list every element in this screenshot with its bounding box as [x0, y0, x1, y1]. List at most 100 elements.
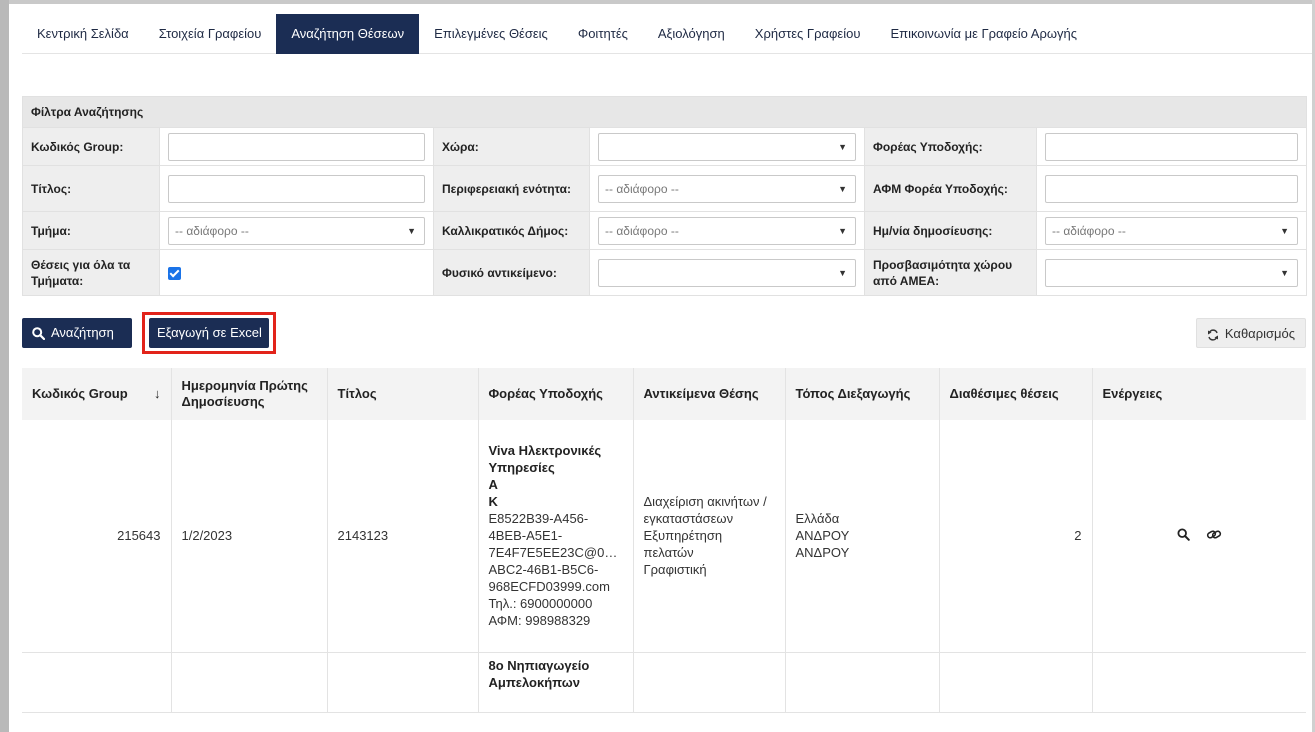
cell-title: 2143123 — [326, 420, 478, 653]
pub-date-select[interactable]: -- αδιάφορο -- ▼ — [1045, 216, 1299, 245]
nav-item-home[interactable]: Κεντρική Σελίδα — [22, 14, 144, 54]
col-available[interactable]: Διαθέσιμες θέσεις — [938, 368, 1092, 420]
group-code-label: Κωδικός Group: — [22, 127, 160, 166]
location-line: Ελλάδα — [795, 511, 840, 527]
accessibility-label: Προσβασιμότητα χώρου από ΑΜΕΑ: — [864, 249, 1037, 296]
all-departments-checkbox[interactable] — [168, 267, 181, 281]
cell-host: 8ο Νηπιαγωγείο Αμπελοκήπων — [477, 652, 633, 713]
host-name-line: Α — [489, 476, 623, 493]
host-email-line: 968ECFD03999.com — [488, 579, 610, 595]
col-first-pub-date[interactable]: Ημερομηνία Πρώτης Δημοσίευσης — [170, 368, 327, 420]
window-frame-top — [0, 0, 1315, 4]
host-email-line: ABC2-46B1-B5C6- — [488, 562, 599, 578]
cell-first-pub-date: 1/2/2023 — [170, 420, 327, 653]
chevron-down-icon: ▼ — [1280, 225, 1290, 236]
host-vat-label: ΑΦΜ Φορέα Υποδοχής: — [864, 165, 1037, 212]
host-email-line: 7E4F7E5EE23C@0… — [488, 545, 618, 561]
cell-host: Viva Ηλεκτρονικές Υπηρεσίες Α Κ E8522B39… — [477, 420, 633, 653]
host-name-initial: Κ — [488, 494, 498, 510]
host-phone: Τηλ.: 6900000000 — [488, 596, 593, 612]
cell-objects — [632, 652, 785, 713]
action-buttons: Αναζήτηση Εξαγωγή σε Excel Καθαρισμός — [22, 308, 1312, 368]
region-select[interactable]: -- αδιάφορο -- ▼ — [598, 174, 856, 203]
all-departments-label: Θέσεις για όλα τα Τμήματα: — [22, 249, 160, 296]
municipality-select[interactable]: -- αδιάφορο -- ▼ — [598, 216, 856, 245]
group-code-input[interactable] — [168, 132, 425, 161]
nav-item-students[interactable]: Φοιτητές — [563, 14, 643, 54]
col-objects[interactable]: Αντικείμενα Θέσης — [632, 368, 785, 420]
location-line: ΑΝΔΡΟΥ — [795, 545, 850, 561]
host-email-line: 4BEB-A5E1- — [488, 528, 563, 544]
host-input[interactable] — [1045, 132, 1299, 161]
country-label: Χώρα: — [433, 127, 590, 166]
results-table: Κωδικός Group ↓ Ημερομηνία Πρώτης Δημοσίε… — [22, 368, 1306, 713]
physical-object-label: Φυσικό αντικείμενο: — [433, 249, 590, 296]
object-line: Διαχείριση ακινήτων / — [643, 494, 767, 510]
host-vat-input[interactable] — [1045, 174, 1299, 203]
col-title[interactable]: Τίτλος — [326, 368, 478, 420]
nav-item-office-details[interactable]: Στοιχεία Γραφείου — [144, 14, 277, 54]
cell-available — [938, 652, 1092, 713]
cell-objects: Διαχείριση ακινήτων / εγκαταστάσεων Εξυπ… — [632, 420, 785, 653]
location-line: ΑΝΔΡΟΥ — [795, 528, 850, 544]
cell-actions — [1091, 420, 1306, 653]
host-name-line: 8ο Νηπιαγωγείο — [488, 657, 590, 673]
department-label: Τμήμα: — [22, 211, 160, 250]
pub-date-label: Ημ/νία δημοσίευσης: — [864, 211, 1037, 250]
title-input[interactable] — [168, 174, 425, 203]
cell-available: 2 — [938, 420, 1092, 653]
window-frame-left — [0, 0, 9, 732]
cell-first-pub-date — [170, 652, 327, 713]
search-button-label: Αναζήτηση — [51, 325, 114, 340]
cell-group-code — [22, 652, 171, 713]
table-row: 215643 1/2/2023 2143123 Viva Ηλεκτρονικέ… — [22, 420, 1306, 653]
clear-button[interactable]: Καθαρισμός — [1195, 318, 1306, 348]
nav-item-search-positions[interactable]: Αναζήτηση Θέσεων — [276, 14, 420, 54]
region-label: Περιφερειακή ενότητα: — [433, 165, 590, 212]
table-row: 8ο Νηπιαγωγείο Αμπελοκήπων — [22, 652, 1306, 713]
chevron-down-icon: ▼ — [407, 225, 416, 236]
search-button[interactable]: Αναζήτηση — [22, 318, 132, 348]
chevron-down-icon: ▼ — [838, 225, 847, 236]
accessibility-select[interactable]: ▼ — [1045, 258, 1299, 287]
host-name-line: Κ — [489, 493, 623, 510]
search-filters: Φίλτρα Αναζήτησης Κωδικός Group: Χώρα: ▼… — [21, 96, 1308, 296]
link-icon[interactable] — [1206, 528, 1222, 545]
col-group-code[interactable]: Κωδικός Group ↓ — [22, 368, 171, 420]
chevron-down-icon: ▼ — [1280, 267, 1290, 278]
host-email-line: E8522B39-A456- — [488, 511, 589, 527]
col-host[interactable]: Φορέας Υποδοχής — [477, 368, 633, 420]
redaction-box — [497, 478, 588, 493]
redaction-box — [497, 495, 588, 510]
refresh-icon — [1207, 328, 1219, 341]
host-name-line: Viva Ηλεκτρονικές — [488, 443, 602, 459]
municipality-label: Καλλικρατικός Δήμος: — [433, 211, 590, 250]
col-location[interactable]: Τόπος Διεξαγωγής — [784, 368, 939, 420]
cell-location — [784, 652, 939, 713]
nav-item-helpdesk-contact[interactable]: Επικοινωνία με Γραφείο Αρωγής — [875, 14, 1092, 54]
physical-object-select[interactable]: ▼ — [598, 258, 856, 287]
object-line: εγκαταστάσεων — [643, 511, 734, 527]
nav-item-selected-positions[interactable]: Επιλεγμένες Θέσεις — [419, 14, 563, 54]
cell-location: Ελλάδα ΑΝΔΡΟΥ ΑΝΔΡΟΥ — [784, 420, 939, 653]
region-select-value: -- αδιάφορο -- — [605, 181, 679, 196]
chevron-down-icon: ▼ — [838, 141, 847, 152]
col-actions: Ενέργειες — [1091, 368, 1306, 420]
main-nav: Κεντρική Σελίδα Στοιχεία Γραφείου Αναζήτ… — [22, 14, 1312, 54]
object-line: Εξυπηρέτηση πελατών — [643, 528, 723, 561]
filters-title: Φίλτρα Αναζήτησης — [21, 96, 1308, 128]
host-label: Φορέας Υποδοχής: — [864, 127, 1037, 166]
country-select[interactable]: ▼ — [598, 132, 856, 161]
filters-table: Φίλτρα Αναζήτησης Κωδικός Group: Χώρα: ▼… — [21, 96, 1308, 296]
export-excel-button[interactable]: Εξαγωγή σε Excel — [149, 318, 269, 348]
nav-item-office-users[interactable]: Χρήστες Γραφείου — [740, 14, 876, 54]
export-highlight-box: Εξαγωγή σε Excel — [142, 312, 276, 354]
host-name-initial: Α — [488, 477, 498, 493]
nav-item-evaluation[interactable]: Αξιολόγηση — [643, 14, 740, 54]
sort-down-icon[interactable]: ↓ — [154, 386, 161, 402]
department-select[interactable]: -- αδιάφορο -- ▼ — [168, 216, 425, 245]
title-label: Τίτλος: — [22, 165, 160, 212]
municipality-select-value: -- αδιάφορο -- — [605, 223, 679, 238]
view-details-search-icon[interactable] — [1177, 528, 1190, 545]
cell-actions — [1091, 652, 1306, 713]
